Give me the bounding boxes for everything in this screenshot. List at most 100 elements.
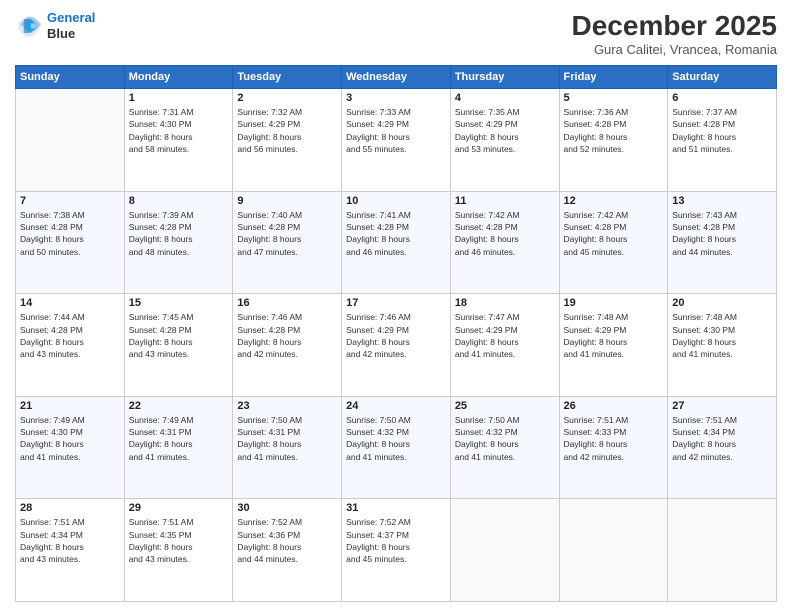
calendar-cell: 4 Sunrise: 7:35 AMSunset: 4:29 PMDaylight… — [450, 89, 559, 192]
calendar-cell: 20 Sunrise: 7:48 AMSunset: 4:30 PMDayligh… — [668, 294, 777, 397]
weekday-monday: Monday — [124, 66, 233, 89]
calendar-table: SundayMondayTuesdayWednesdayThursdayFrid… — [15, 65, 777, 602]
calendar-cell: 7 Sunrise: 7:38 AMSunset: 4:28 PMDaylight… — [16, 191, 125, 294]
day-info: Sunrise: 7:33 AMSunset: 4:29 PMDaylight:… — [346, 106, 446, 155]
day-number: 21 — [20, 400, 120, 412]
day-number: 8 — [129, 195, 229, 207]
calendar-cell: 29 Sunrise: 7:51 AMSunset: 4:35 PMDayligh… — [124, 499, 233, 602]
day-number: 4 — [455, 92, 555, 104]
calendar-cell: 19Sunrise: 7:48 AMSunset: 4:29 PMDayligh… — [559, 294, 668, 397]
calendar-cell: 23 Sunrise: 7:50 AMSunset: 4:31 PMDayligh… — [233, 396, 342, 499]
calendar-cell — [16, 89, 125, 192]
calendar-cell: 25 Sunrise: 7:50 AMSunset: 4:32 PMDayligh… — [450, 396, 559, 499]
calendar-cell — [559, 499, 668, 602]
day-number: 12 — [564, 195, 664, 207]
calendar-cell: 21 Sunrise: 7:49 AMSunset: 4:30 PMDayligh… — [16, 396, 125, 499]
calendar-cell: 15 Sunrise: 7:45 AMSunset: 4:28 PMDayligh… — [124, 294, 233, 397]
day-info: Sunrise: 7:49 AMSunset: 4:31 PMDaylight:… — [129, 414, 229, 463]
day-info: Sunrise: 7:51 AMSunset: 4:33 PMDaylight:… — [564, 414, 664, 463]
week-row-4: 28Sunrise: 7:51 AMSunset: 4:34 PMDayligh… — [16, 499, 777, 602]
calendar-cell: 2Sunrise: 7:32 AMSunset: 4:29 PMDaylight… — [233, 89, 342, 192]
week-row-2: 14 Sunrise: 7:44 AMSunset: 4:28 PMDayligh… — [16, 294, 777, 397]
weekday-thursday: Thursday — [450, 66, 559, 89]
day-info: Sunrise: 7:50 AMSunset: 4:31 PMDaylight:… — [237, 414, 337, 463]
day-info: Sunrise: 7:39 AMSunset: 4:28 PMDaylight:… — [129, 209, 229, 258]
day-number: 7 — [20, 195, 120, 207]
calendar-cell: 30 Sunrise: 7:52 AMSunset: 4:36 PMDayligh… — [233, 499, 342, 602]
day-number: 22 — [129, 400, 229, 412]
day-info: Sunrise: 7:49 AMSunset: 4:30 PMDaylight:… — [20, 414, 120, 463]
weekday-saturday: Saturday — [668, 66, 777, 89]
day-number: 13 — [672, 195, 772, 207]
header: General Blue December 2025 Gura Calitei,… — [15, 10, 777, 57]
day-info: Sunrise: 7:42 AMSunset: 4:28 PMDaylight:… — [455, 209, 555, 258]
title-block: December 2025 Gura Calitei, Vrancea, Rom… — [572, 10, 777, 57]
day-number: 31 — [346, 502, 446, 514]
day-number: 17 — [346, 297, 446, 309]
day-info: Sunrise: 7:52 AMSunset: 4:37 PMDaylight:… — [346, 516, 446, 565]
day-info: Sunrise: 7:50 AMSunset: 4:32 PMDaylight:… — [346, 414, 446, 463]
calendar-cell: 8 Sunrise: 7:39 AMSunset: 4:28 PMDaylight… — [124, 191, 233, 294]
logo: General Blue — [15, 10, 95, 41]
day-info: Sunrise: 7:47 AMSunset: 4:29 PMDaylight:… — [455, 311, 555, 360]
day-info: Sunrise: 7:48 AMSunset: 4:30 PMDaylight:… — [672, 311, 772, 360]
calendar-cell: 11Sunrise: 7:42 AMSunset: 4:28 PMDayligh… — [450, 191, 559, 294]
calendar-cell: 3Sunrise: 7:33 AMSunset: 4:29 PMDaylight… — [342, 89, 451, 192]
week-row-3: 21 Sunrise: 7:49 AMSunset: 4:30 PMDayligh… — [16, 396, 777, 499]
day-number: 10 — [346, 195, 446, 207]
week-row-0: 1Sunrise: 7:31 AMSunset: 4:30 PMDaylight… — [16, 89, 777, 192]
day-number: 15 — [129, 297, 229, 309]
calendar-cell: 1Sunrise: 7:31 AMSunset: 4:30 PMDaylight… — [124, 89, 233, 192]
day-number: 27 — [672, 400, 772, 412]
day-info: Sunrise: 7:45 AMSunset: 4:28 PMDaylight:… — [129, 311, 229, 360]
day-info: Sunrise: 7:52 AMSunset: 4:36 PMDaylight:… — [237, 516, 337, 565]
day-number: 26 — [564, 400, 664, 412]
day-number: 18 — [455, 297, 555, 309]
calendar-cell — [668, 499, 777, 602]
day-info: Sunrise: 7:31 AMSunset: 4:30 PMDaylight:… — [129, 106, 229, 155]
week-row-1: 7 Sunrise: 7:38 AMSunset: 4:28 PMDaylight… — [16, 191, 777, 294]
calendar-cell: 16Sunrise: 7:46 AMSunset: 4:28 PMDayligh… — [233, 294, 342, 397]
day-number: 23 — [237, 400, 337, 412]
calendar-cell: 31 Sunrise: 7:52 AMSunset: 4:37 PMDayligh… — [342, 499, 451, 602]
weekday-header-row: SundayMondayTuesdayWednesdayThursdayFrid… — [16, 66, 777, 89]
day-info: Sunrise: 7:35 AMSunset: 4:29 PMDaylight:… — [455, 106, 555, 155]
day-info: Sunrise: 7:44 AMSunset: 4:28 PMDaylight:… — [20, 311, 120, 360]
calendar-cell: 9Sunrise: 7:40 AMSunset: 4:28 PMDaylight… — [233, 191, 342, 294]
calendar-cell — [450, 499, 559, 602]
calendar-cell: 12 Sunrise: 7:42 AMSunset: 4:28 PMDayligh… — [559, 191, 668, 294]
day-number: 14 — [20, 297, 120, 309]
weekday-tuesday: Tuesday — [233, 66, 342, 89]
day-info: Sunrise: 7:51 AMSunset: 4:35 PMDaylight:… — [129, 516, 229, 565]
calendar-cell: 13 Sunrise: 7:43 AMSunset: 4:28 PMDayligh… — [668, 191, 777, 294]
day-info: Sunrise: 7:51 AMSunset: 4:34 PMDaylight:… — [20, 516, 120, 565]
calendar-cell: 5Sunrise: 7:36 AMSunset: 4:28 PMDaylight… — [559, 89, 668, 192]
day-number: 24 — [346, 400, 446, 412]
day-number: 29 — [129, 502, 229, 514]
page: General Blue December 2025 Gura Calitei,… — [0, 0, 792, 612]
day-number: 9 — [237, 195, 337, 207]
day-number: 25 — [455, 400, 555, 412]
day-info: Sunrise: 7:48 AMSunset: 4:29 PMDaylight:… — [564, 311, 664, 360]
day-number: 16 — [237, 297, 337, 309]
calendar-cell: 18 Sunrise: 7:47 AMSunset: 4:29 PMDayligh… — [450, 294, 559, 397]
calendar-cell: 6 Sunrise: 7:37 AMSunset: 4:28 PMDaylight… — [668, 89, 777, 192]
day-number: 30 — [237, 502, 337, 514]
logo-text: General Blue — [47, 10, 95, 41]
logo-icon — [15, 12, 43, 40]
day-info: Sunrise: 7:46 AMSunset: 4:29 PMDaylight:… — [346, 311, 446, 360]
day-info: Sunrise: 7:43 AMSunset: 4:28 PMDaylight:… — [672, 209, 772, 258]
calendar-cell: 28Sunrise: 7:51 AMSunset: 4:34 PMDayligh… — [16, 499, 125, 602]
day-number: 20 — [672, 297, 772, 309]
location-subtitle: Gura Calitei, Vrancea, Romania — [572, 42, 777, 57]
day-number: 6 — [672, 92, 772, 104]
day-info: Sunrise: 7:50 AMSunset: 4:32 PMDaylight:… — [455, 414, 555, 463]
calendar-cell: 22 Sunrise: 7:49 AMSunset: 4:31 PMDayligh… — [124, 396, 233, 499]
day-info: Sunrise: 7:41 AMSunset: 4:28 PMDaylight:… — [346, 209, 446, 258]
calendar-cell: 24 Sunrise: 7:50 AMSunset: 4:32 PMDayligh… — [342, 396, 451, 499]
weekday-wednesday: Wednesday — [342, 66, 451, 89]
day-info: Sunrise: 7:37 AMSunset: 4:28 PMDaylight:… — [672, 106, 772, 155]
calendar-cell: 17 Sunrise: 7:46 AMSunset: 4:29 PMDayligh… — [342, 294, 451, 397]
day-info: Sunrise: 7:42 AMSunset: 4:28 PMDaylight:… — [564, 209, 664, 258]
day-info: Sunrise: 7:38 AMSunset: 4:28 PMDaylight:… — [20, 209, 120, 258]
